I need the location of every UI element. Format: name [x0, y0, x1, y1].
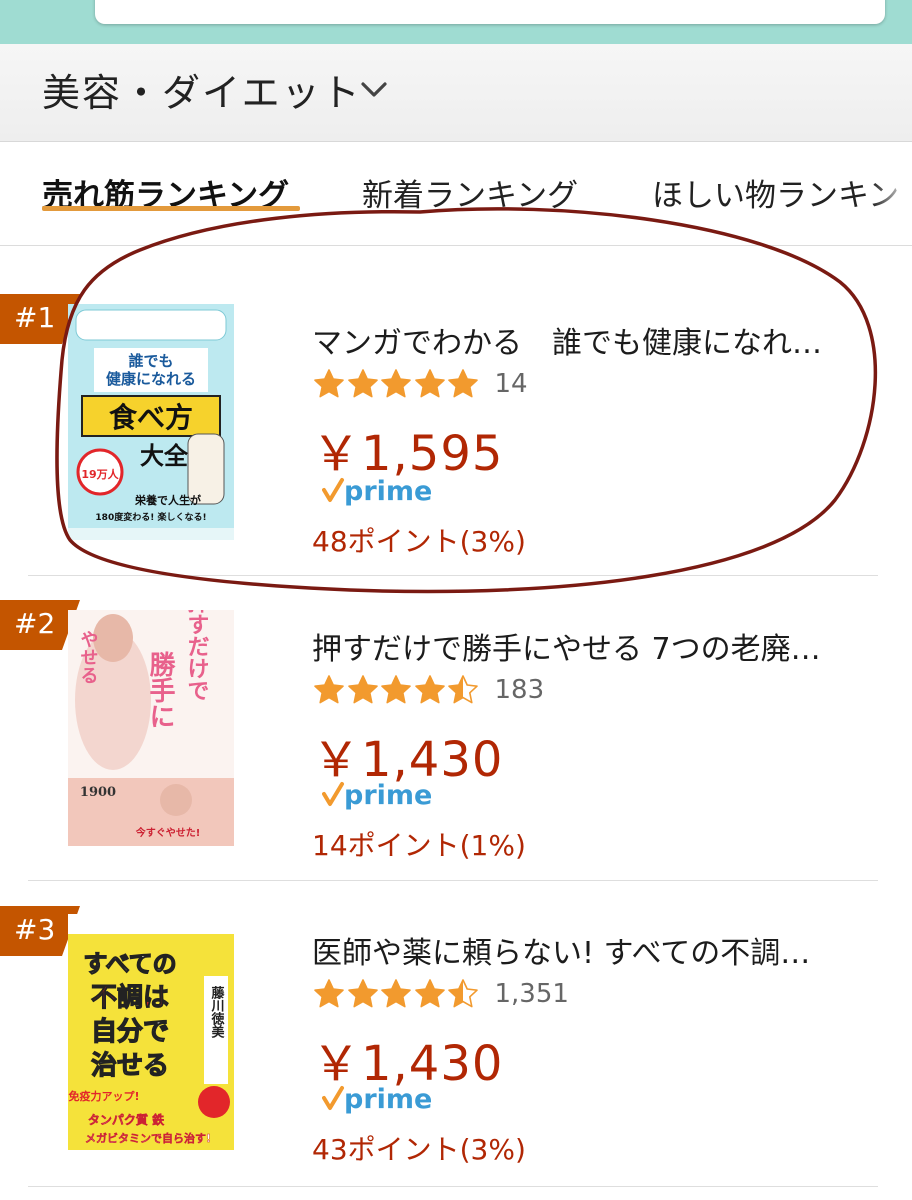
cover-title-line1: すべての — [83, 950, 176, 978]
review-count[interactable]: 14 — [495, 369, 528, 399]
star-full-icon — [414, 369, 445, 398]
points-earned: 43ポイント(3%) — [312, 1133, 526, 1166]
star-full-icon — [314, 979, 344, 1008]
star-half-icon — [448, 979, 478, 1008]
cover-sub: 免疫力アップ! — [68, 1089, 139, 1103]
cover-title-line4: 治せる — [91, 1051, 169, 1081]
rank-label: #3 — [14, 913, 56, 946]
star-full-icon — [314, 369, 344, 398]
list-item[interactable]: #2 押すだけで 勝手に やせる 1900 今すぐやせた! 押すだけで勝手にやせ… — [0, 576, 912, 881]
tab-new-releases[interactable]: 新着ランキング — [362, 170, 578, 215]
list-item[interactable]: #3 すべての 不調は 自分で 治せる 藤川徳美 免疫力アップ! タンパク質 鉄… — [0, 880, 912, 1185]
book-cover[interactable]: 誰でも 健康になれる 食べ方 大全 19万人 栄養で人生が 180度変わる! 楽… — [68, 304, 234, 540]
cover-author: 藤川徳美 — [209, 985, 226, 1039]
star-full-icon — [314, 675, 344, 704]
cover-sub2: 180度変わる! 楽しくなる! — [95, 511, 206, 523]
cover-title-line2: 健康になれる — [106, 370, 196, 388]
cover-badge: 19万人 — [81, 467, 119, 481]
star-half-icon — [448, 675, 478, 704]
star-full-icon — [347, 369, 378, 398]
tabs-fade — [872, 142, 912, 242]
cover-badge: 1900 — [80, 785, 116, 800]
tab-wishlist[interactable]: ほしい物ランキン — [652, 170, 899, 215]
review-count[interactable]: 1,351 — [495, 979, 569, 1009]
list-item[interactable]: #1 誰でも 健康になれる 食べ方 大全 19万人 栄養で人生が 180度変わる… — [0, 270, 912, 575]
cover-title-line1: 誰でも — [128, 352, 173, 370]
star-full-icon — [448, 369, 478, 398]
star-full-icon — [414, 675, 445, 704]
cover-sub3: メガビタミンで自ら治す! — [85, 1131, 211, 1145]
book-cover[interactable]: すべての 不調は 自分で 治せる 藤川徳美 免疫力アップ! タンパク質 鉄 メガ… — [68, 914, 234, 1150]
cover-sub2: タンパク質 鉄 — [88, 1112, 164, 1127]
cover-sub: 栄養で人生が — [134, 493, 201, 507]
star-rating[interactable]: 183 — [313, 674, 544, 706]
star-full-icon — [381, 979, 411, 1008]
prime-logo: prime — [322, 476, 432, 506]
category-bar[interactable]: 美容・ダイエット — [0, 44, 912, 142]
svg-text:prime: prime — [344, 780, 432, 810]
cover-title-line3: 食べ方 — [109, 401, 193, 434]
book-cover[interactable]: 押すだけで 勝手に やせる 1900 今すぐやせた! — [68, 610, 234, 846]
ranking-tabs: 売れ筋ランキング 新着ランキング ほしい物ランキン — [0, 142, 912, 246]
product-title[interactable]: 押すだけで勝手にやせる 7つの老廃… — [312, 624, 872, 668]
cover-title-line2: 不調は — [91, 982, 169, 1013]
cover-title-line1: 押すだけで — [184, 610, 210, 701]
prime-logo: prime — [322, 780, 432, 810]
cover-title-line4: 大全 — [140, 442, 189, 470]
star-full-icon — [347, 675, 378, 704]
svg-text:prime: prime — [344, 1084, 432, 1114]
category-title: 美容・ダイエット — [42, 71, 362, 115]
star-full-icon — [414, 979, 445, 1008]
chevron-down-icon[interactable] — [360, 78, 388, 102]
search-box[interactable] — [95, 0, 885, 24]
star-rating[interactable]: 1,351 — [313, 978, 569, 1010]
cover-title-line3: やせる — [78, 630, 99, 684]
points-earned: 48ポイント(3%) — [312, 525, 526, 558]
product-title[interactable]: マンガでわかる 誰でも健康になれ… — [312, 318, 872, 362]
rank-label: #2 — [14, 607, 56, 640]
cover-title-line3: 自分で — [91, 1016, 169, 1047]
divider — [28, 1186, 878, 1187]
active-tab-underline — [42, 206, 300, 211]
rank-label: #1 — [14, 301, 56, 334]
prime-logo: prime — [322, 1084, 432, 1114]
product-title[interactable]: 医師や薬に頼らない! すべての不調… — [312, 928, 872, 972]
star-rating[interactable]: 14 — [313, 368, 528, 400]
star-full-icon — [381, 675, 411, 704]
star-full-icon — [381, 369, 411, 398]
cover-title-line2: 勝手に — [145, 651, 175, 729]
star-full-icon — [347, 979, 378, 1008]
review-count[interactable]: 183 — [495, 675, 545, 705]
cover-sub: 今すぐやせた! — [135, 826, 201, 839]
svg-text:prime: prime — [344, 476, 432, 506]
points-earned: 14ポイント(1%) — [312, 829, 526, 862]
